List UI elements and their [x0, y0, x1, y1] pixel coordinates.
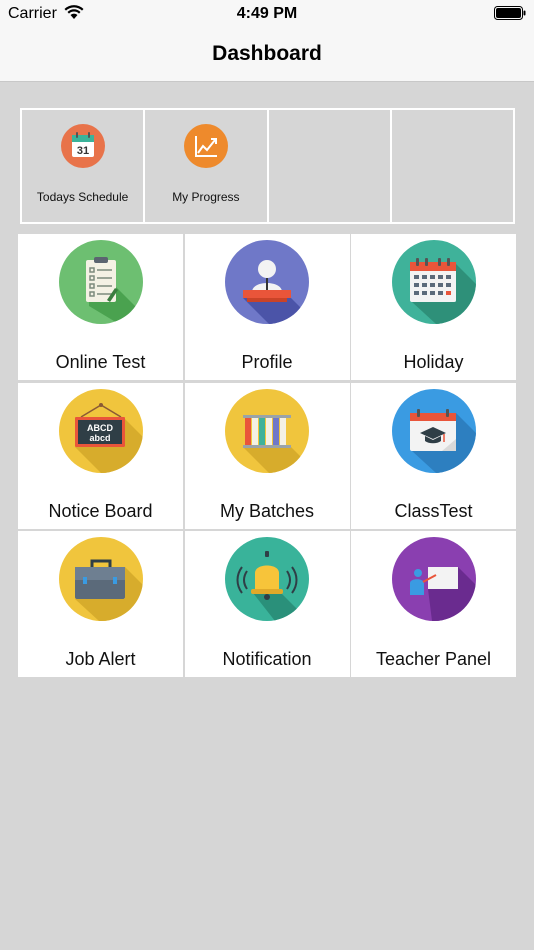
notification-label: Notification [222, 649, 312, 669]
teacher-icon [391, 537, 476, 621]
job-alert-tile[interactable]: Job Alert [18, 531, 183, 677]
my-batches-tile[interactable]: My Batches [184, 382, 350, 529]
class-test-icon [391, 388, 476, 473]
navigation-bar: Dashboard [0, 28, 534, 82]
briefcase-icon [58, 537, 143, 621]
blackboard-icon: ABCD abcd [58, 388, 143, 473]
class-test-tile[interactable]: ClassTest [351, 382, 516, 529]
todays-schedule-label: Todays Schedule [36, 190, 129, 204]
notice-board-label: Notice Board [48, 500, 153, 521]
quick-action-empty-3 [268, 110, 390, 222]
dashboard-grid: Online Test Profile Holiday ABCD abcd No… [18, 234, 516, 677]
class-test-label: ClassTest [394, 500, 473, 521]
holiday-tile[interactable]: Holiday [351, 234, 516, 380]
todays-schedule-button[interactable]: 31 Todays Schedule [22, 110, 144, 222]
calendar-icon [391, 240, 476, 324]
my-batches-label: My Batches [219, 500, 315, 521]
battery-icon [494, 6, 526, 20]
clipboard-checklist-icon [58, 240, 143, 324]
calendar-31-icon: 31 [60, 124, 105, 168]
teacher-panel-tile[interactable]: Teacher Panel [351, 531, 516, 677]
my-progress-label: My Progress [172, 190, 240, 204]
clock-label: 4:49 PM [236, 5, 298, 22]
quick-actions-panel: 31 Todays Schedule My Progress [20, 108, 515, 224]
profile-label: Profile [241, 352, 293, 372]
chart-line-icon [183, 124, 228, 168]
quick-action-empty-4 [391, 110, 513, 222]
notice-board-tile[interactable]: ABCD abcd Notice Board [18, 382, 183, 529]
online-test-label: Online Test [55, 352, 146, 372]
online-test-tile[interactable]: Online Test [18, 234, 183, 380]
calendar-day-text: 31 [77, 145, 89, 157]
page-title: Dashboard [212, 42, 322, 65]
status-bar: Carrier 4:49 PM [0, 0, 534, 28]
notification-tile[interactable]: Notification [184, 531, 350, 677]
board-text-lower: abcd [89, 433, 110, 443]
holiday-label: Holiday [403, 352, 464, 372]
user-podium-icon [225, 240, 309, 324]
books-icon [225, 388, 309, 473]
teacher-panel-label: Teacher Panel [375, 649, 492, 669]
my-progress-button[interactable]: My Progress [145, 110, 267, 222]
profile-tile[interactable]: Profile [184, 234, 350, 380]
board-text-upper: ABCD [87, 423, 113, 433]
bell-icon [225, 537, 309, 621]
job-alert-label: Job Alert [65, 649, 136, 669]
